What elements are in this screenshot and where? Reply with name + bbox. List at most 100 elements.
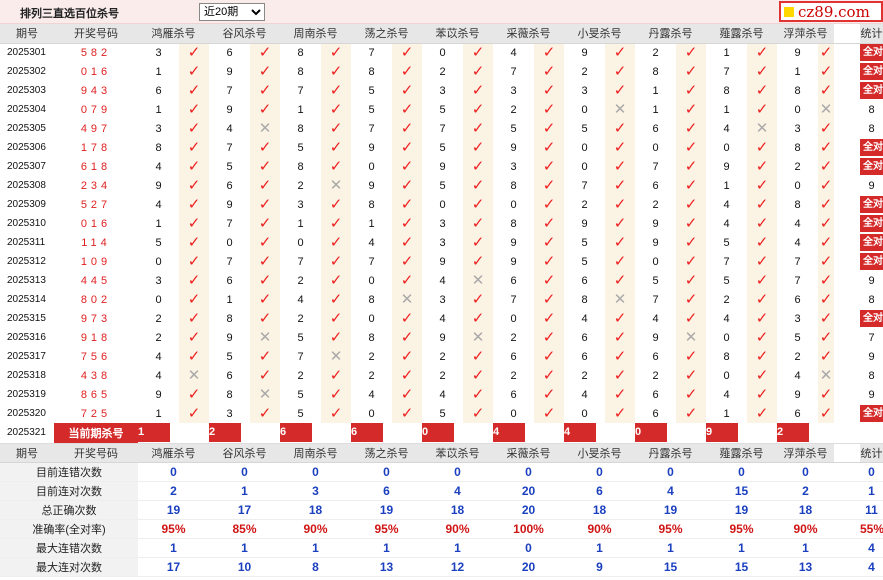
kill-number-cell: 0 [439,198,446,211]
result-cell: ✓ [747,43,777,62]
check-icon: ✓ [542,234,556,251]
period-cell: 2025305 [7,123,46,134]
result-cell: ✓ [605,157,635,176]
check-icon: ✓ [400,234,414,251]
kill-number-cell: 5 [723,236,730,249]
result-cell: ✓ [250,195,280,214]
table-row: 2025314 802 0 ✓ 1 ✓ 4 ✓ 8 ✕ 3 ✓ 7 ✓ 8 ✕ 7 ✓ 2 ✓ 6 ✓ 8 [0,290,883,309]
gap-cell [834,233,860,252]
kill-number-cell: 2 [368,369,375,382]
gap-cell [834,385,860,404]
table-row: 2025320 725 1 ✓ 3 ✓ 5 ✓ 0 ✓ 5 ✓ 0 ✓ 0 ✓ 6 ✓ 1 ✓ 6 ✓ 全对 [0,404,883,423]
stat-value: 20 [493,481,564,501]
check-icon: ✓ [329,44,343,62]
check-icon: ✓ [471,177,485,194]
gap-cell [834,271,860,290]
draw-number-cell: 918 [80,331,112,344]
check-icon: ✓ [819,139,833,156]
site-logo[interactable]: cz89.com [779,1,883,22]
check-icon: ✓ [684,291,698,308]
check-icon: ✓ [329,310,343,327]
check-icon: ✓ [258,139,272,156]
stat-value: 90% [564,519,635,539]
check-icon: ✓ [187,272,201,289]
check-icon: ✓ [684,196,698,213]
check-icon: ✓ [258,177,272,194]
kill-number-cell: 4 [155,198,162,211]
check-icon: ✓ [542,272,556,289]
result-cell: ✓ [676,43,706,62]
stat-value: 90% [777,519,834,539]
check-icon: ✓ [471,101,485,118]
result-cell: ✓ [321,138,351,157]
check-icon: ✓ [542,348,556,365]
kill-number-cell: 4 [439,388,446,401]
stat-value: 0 [635,462,706,482]
check-icon: ✓ [755,253,769,270]
check-icon: ✓ [613,63,627,80]
period-cell: 2025304 [7,104,46,115]
result-cell: ✓ [179,176,209,195]
kill-number-cell: 3 [155,122,162,135]
total-cell: 8 [868,369,875,382]
result-cell: ✓ [534,195,564,214]
period-range-select[interactable]: 近20期 [199,3,265,21]
kill-number-cell: 8 [297,65,304,78]
check-icon: ✓ [187,139,201,156]
check-icon: ✓ [613,348,627,365]
check-icon: ✓ [400,272,414,289]
gap-cell [834,195,860,214]
result-cell: ✓ [321,214,351,233]
result-cell: ✓ [747,138,777,157]
kill-number-cell: 4 [581,388,588,401]
result-cell: ✓ [321,290,351,309]
check-icon: ✓ [613,386,627,403]
result-cell: ✓ [250,366,280,385]
check-icon: ✓ [187,386,201,403]
current-kill-cell: 2 [209,423,280,444]
result-cell: ✓ [392,328,422,347]
result-cell: ✓ [179,233,209,252]
col-header-draw: 开奖号码 [54,443,138,463]
check-icon: ✓ [542,82,556,99]
kill-number-cell: 2 [297,274,304,287]
result-cell: ✓ [179,385,209,404]
check-icon: ✓ [400,348,414,365]
kill-number-cell: 0 [581,103,588,116]
check-icon: ✓ [329,253,343,270]
stat-value: 85% [209,519,280,539]
kill-number-cell: 6 [155,84,162,97]
gap-cell [834,519,860,539]
kill-number-cell: 3 [297,198,304,211]
stat-value: 17 [209,500,280,520]
result-cell: ✓ [534,43,564,62]
result-cell: ✓ [321,43,351,62]
result-cell: ✓ [463,404,493,423]
kill-number-cell: 8 [723,84,730,97]
col-header-method: 薤露杀号 [706,24,777,44]
kill-number-cell: 7 [652,293,659,306]
result-cell: ✕ [463,328,493,347]
kill-number-cell: 5 [723,274,730,287]
result-cell: ✓ [534,176,564,195]
check-icon: ✓ [684,234,698,251]
check-icon: ✓ [819,329,833,346]
stat-row: 准确率(全对率) 95% 85% 90% 95% 90% 100% 90% 95% 95% 90% 5… [0,519,883,539]
stat-value: 0 [777,462,834,482]
result-cell: ✓ [818,347,834,366]
result-cell: ✓ [250,100,280,119]
result-cell: ✓ [463,214,493,233]
check-icon: ✓ [684,120,698,137]
kill-number-cell: 4 [723,217,730,230]
check-icon: ✓ [613,272,627,289]
stat-value: 2 [138,481,209,501]
result-cell: ✕ [250,385,280,404]
stat-value: 0 [493,538,564,558]
period-cell: 2025309 [7,199,46,210]
check-icon: ✓ [471,82,485,99]
kill-number-cell: 6 [226,369,233,382]
kill-number-cell: 5 [581,122,588,135]
draw-number-cell: 865 [80,388,112,401]
check-icon: ✓ [613,82,627,99]
kill-number-cell: 8 [510,217,517,230]
